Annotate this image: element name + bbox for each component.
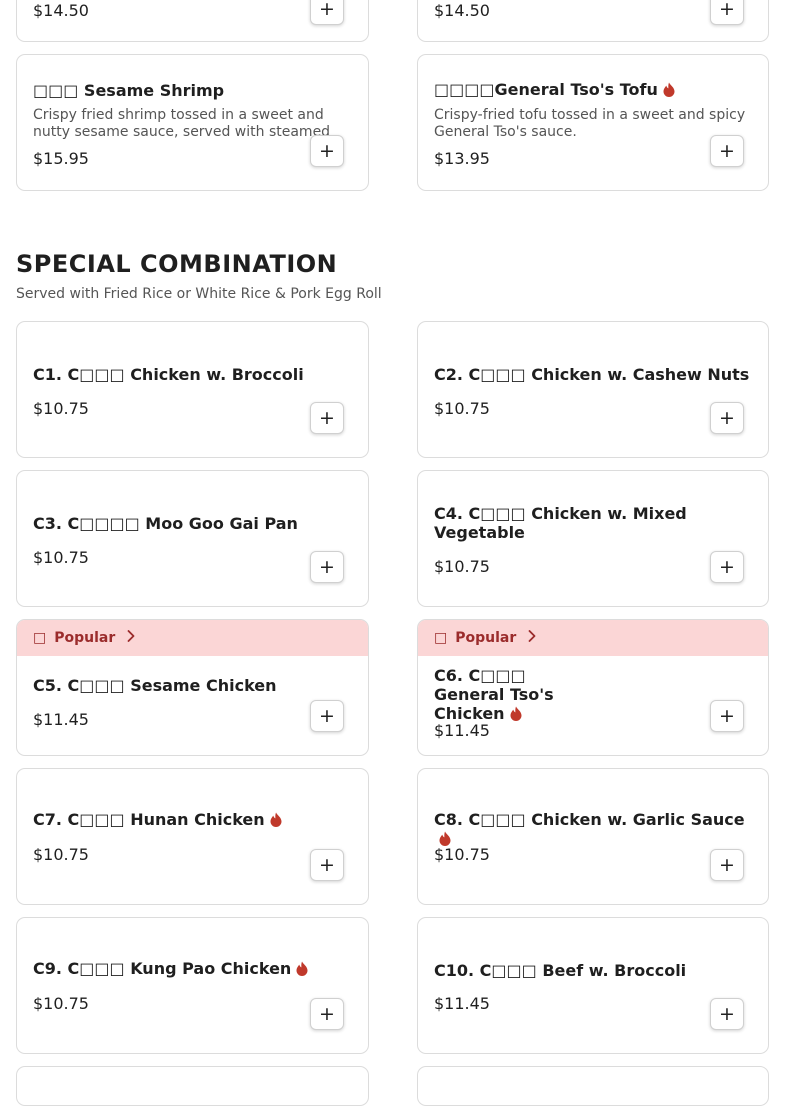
item-price: $10.75 (434, 845, 490, 864)
add-to-cart-button[interactable]: + (710, 700, 744, 732)
menu-item-card[interactable]: C8. C□□□ Chicken w. Garlic Sauce $10.75 … (417, 768, 769, 905)
fire-icon (270, 812, 282, 831)
add-to-cart-button[interactable]: + (710, 551, 744, 583)
item-name: C3. C□□□□ Moo Goo Gai Pan (33, 514, 298, 533)
item-price: $14.50 (33, 1, 89, 20)
item-name: C9. C□□□ Kung Pao Chicken (33, 959, 352, 980)
menu-item-card[interactable]: C9. C□□□ Kung Pao Chicken $10.75 + (16, 917, 369, 1054)
popular-label: Popular (455, 630, 517, 646)
item-name: □□□□General Tso's Tofu (434, 80, 752, 101)
popular-icon: □ (434, 630, 448, 646)
add-to-cart-button[interactable]: + (710, 849, 744, 881)
fire-icon (663, 82, 675, 101)
add-to-cart-button[interactable]: + (310, 998, 344, 1030)
item-description: Crispy fried shrimp tossed in a sweet an… (33, 107, 331, 140)
menu-item-card[interactable]: C3. C□□□□ Moo Goo Gai Pan $10.75 + (16, 470, 369, 607)
item-name: C6. C□□□ General Tso's Chicken (434, 666, 554, 725)
item-price: $11.45 (434, 721, 490, 740)
item-price: $10.75 (33, 994, 89, 1013)
chevron-right-icon (127, 630, 135, 646)
item-price: $10.75 (33, 548, 89, 567)
item-name: C5. C□□□ Sesame Chicken (33, 676, 277, 695)
section-title: SPECIAL COMBINATION (16, 250, 338, 278)
fire-icon (510, 706, 522, 725)
popular-banner[interactable]: □ Popular (17, 620, 368, 656)
item-price: $13.95 (434, 149, 490, 168)
fire-icon (296, 961, 308, 980)
add-to-cart-button[interactable]: + (710, 135, 744, 167)
chevron-right-icon (528, 630, 536, 646)
add-to-cart-button[interactable]: + (710, 0, 744, 25)
menu-item-card[interactable] (16, 1066, 369, 1106)
popular-label: Popular (54, 630, 116, 646)
menu-item-card[interactable]: C10. C□□□ Beef w. Broccoli $11.45 + (417, 917, 769, 1054)
menu-item-card[interactable]: □□□ Sesame Shrimp Crispy fried shrimp to… (16, 54, 369, 191)
item-description: Crispy-fried tofu tossed in a sweet and … (434, 107, 746, 140)
menu-item-card[interactable]: $14.50 + (16, 0, 369, 42)
popular-icon: □ (33, 630, 47, 646)
add-to-cart-button[interactable]: + (310, 849, 344, 881)
menu-item-card[interactable]: □□□□General Tso's Tofu Crispy-fried tofu… (417, 54, 769, 191)
item-price: $11.45 (33, 710, 89, 729)
add-to-cart-button[interactable]: + (310, 0, 344, 25)
add-to-cart-button[interactable]: + (710, 998, 744, 1030)
item-price: $10.75 (33, 399, 89, 418)
item-price: $15.95 (33, 149, 89, 168)
item-price: $11.45 (434, 994, 490, 1013)
menu-item-card[interactable]: C4. C□□□ Chicken w. Mixed Vegetable $10.… (417, 470, 769, 607)
item-name: C2. C□□□ Chicken w. Cashew Nuts (434, 365, 750, 384)
menu-item-card[interactable]: □ Popular C6. C□□□ General Tso's Chicken… (417, 619, 769, 756)
add-to-cart-button[interactable]: + (310, 700, 344, 732)
menu-item-card[interactable]: $14.50 + (417, 0, 769, 42)
item-price: $10.75 (434, 557, 490, 576)
item-name: C1. C□□□ Chicken w. Broccoli (33, 365, 304, 384)
item-name: C10. C□□□ Beef w. Broccoli (434, 961, 687, 980)
menu-item-card[interactable]: C1. C□□□ Chicken w. Broccoli $10.75 + (16, 321, 369, 458)
add-to-cart-button[interactable]: + (310, 135, 344, 167)
menu-item-card[interactable]: □ Popular C5. C□□□ Sesame Chicken $11.45… (16, 619, 369, 756)
section-subtitle: Served with Fried Rice or White Rice & P… (16, 286, 382, 302)
item-name: □□□ Sesame Shrimp (33, 81, 225, 100)
item-price: $14.50 (434, 1, 490, 20)
menu-item-card[interactable] (417, 1066, 769, 1106)
popular-banner[interactable]: □ Popular (418, 620, 768, 656)
item-name: C7. C□□□ Hunan Chicken (33, 810, 352, 831)
item-name: C8. C□□□ Chicken w. Garlic Sauce (434, 810, 752, 850)
add-to-cart-button[interactable]: + (310, 551, 344, 583)
item-price: $10.75 (434, 399, 490, 418)
item-price: $10.75 (33, 845, 89, 864)
menu-item-card[interactable]: C7. C□□□ Hunan Chicken $10.75 + (16, 768, 369, 905)
add-to-cart-button[interactable]: + (310, 402, 344, 434)
add-to-cart-button[interactable]: + (710, 402, 744, 434)
menu-item-card[interactable]: C2. C□□□ Chicken w. Cashew Nuts $10.75 + (417, 321, 769, 458)
item-name: C4. C□□□ Chicken w. Mixed Vegetable (434, 504, 687, 542)
